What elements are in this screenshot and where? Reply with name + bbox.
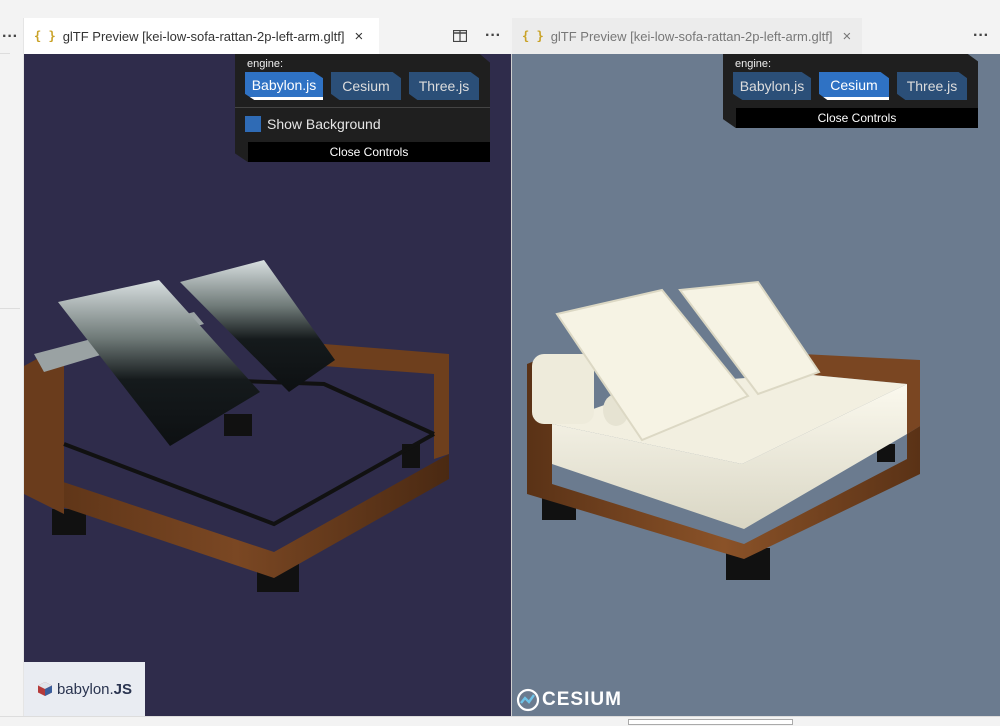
sofa-leg xyxy=(224,414,252,436)
divider xyxy=(0,53,10,54)
engine-button-cesium[interactable]: Cesium xyxy=(331,72,401,100)
sofa-right-arm xyxy=(324,344,449,459)
tab-gltf-preview-left[interactable]: { } glTF Preview [kei-low-sofa-rattan-2p… xyxy=(24,18,379,54)
more-actions-icon[interactable]: ··· xyxy=(481,18,505,54)
close-icon[interactable]: × xyxy=(354,28,363,45)
bottom-strip xyxy=(0,716,1000,726)
engine-controls-panel: engine: Babylon.js Cesium Three.js Close… xyxy=(723,54,978,128)
engine-button-threejs[interactable]: Three.js xyxy=(409,72,479,100)
tab-gltf-preview-right[interactable]: { } glTF Preview [kei-low-sofa-rattan-2p… xyxy=(512,18,862,54)
cesium-viewport[interactable]: engine: Babylon.js Cesium Three.js Close… xyxy=(512,54,1000,716)
engine-button-cesium[interactable]: Cesium xyxy=(819,72,889,100)
babylon-logo-text: babylon. xyxy=(56,680,114,698)
cesium-logo-text: CESIUM xyxy=(542,689,622,710)
cesium-logo: CESIUM xyxy=(516,688,622,712)
sofa-render-cesium xyxy=(527,280,920,580)
tab-label: glTF Preview [kei-low-sofa-rattan-2p-lef… xyxy=(62,28,345,44)
engine-label: engine: xyxy=(247,58,284,70)
more-actions-icon[interactable]: ··· xyxy=(969,18,993,54)
sofa-left-arm xyxy=(24,354,64,514)
divider xyxy=(0,308,20,309)
title-strip xyxy=(0,0,1000,18)
engine-button-threejs[interactable]: Three.js xyxy=(897,72,967,100)
tab-label: glTF Preview [kei-low-sofa-rattan-2p-lef… xyxy=(550,28,833,44)
right-tab-bar: { } glTF Preview [kei-low-sofa-rattan-2p… xyxy=(512,18,1000,54)
engine-button-babylon[interactable]: Babylon.js xyxy=(245,72,323,100)
horizontal-scrollbar[interactable] xyxy=(628,719,793,725)
close-controls-button[interactable]: Close Controls xyxy=(736,108,978,128)
sofa-bolster xyxy=(532,354,594,424)
babylon-viewport[interactable]: engine: Babylon.js Cesium Three.js Show … xyxy=(24,54,511,716)
close-controls-button[interactable]: Close Controls xyxy=(248,142,490,162)
cesium-globe-icon xyxy=(516,688,540,712)
babylon-cube-icon xyxy=(37,682,52,696)
sofa-front-frame xyxy=(24,454,449,578)
checkbox-icon[interactable] xyxy=(245,116,261,132)
split-editor-icon[interactable] xyxy=(448,18,472,54)
more-actions-icon[interactable]: ··· xyxy=(2,28,18,46)
show-background-toggle[interactable]: Show Background xyxy=(245,116,381,132)
left-tab-bar: { } glTF Preview [kei-low-sofa-rattan-2p… xyxy=(24,18,511,54)
engine-button-babylon[interactable]: Babylon.js xyxy=(733,72,811,100)
left-editor-gutter: ··· xyxy=(0,18,24,716)
show-background-label: Show Background xyxy=(267,116,381,132)
engine-controls-panel: engine: Babylon.js Cesium Three.js Show … xyxy=(235,54,490,162)
vscode-window: ··· { } glTF Preview [kei-low-sofa-ratta… xyxy=(0,0,1000,726)
braces-icon: { } xyxy=(34,29,56,43)
braces-icon: { } xyxy=(522,29,544,43)
engine-label: engine: xyxy=(735,58,772,70)
babylon-logo: babylon. JS xyxy=(24,662,145,716)
babylon-logo-js: JS xyxy=(113,680,133,698)
divider xyxy=(235,107,490,108)
close-icon[interactable]: × xyxy=(842,28,851,45)
